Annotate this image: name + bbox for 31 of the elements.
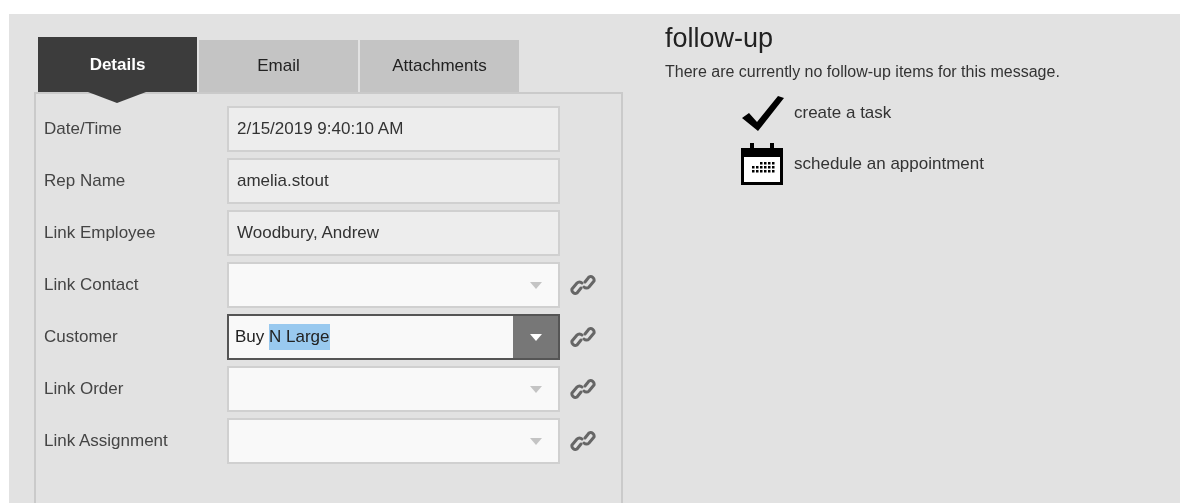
field-label: Link Assignment bbox=[44, 430, 169, 453]
tab[interactable]: Attachments bbox=[360, 40, 519, 92]
field-label: Link Contact bbox=[44, 274, 140, 297]
selected-text: N Large bbox=[269, 324, 330, 350]
caret-icon bbox=[529, 333, 542, 341]
action-link[interactable]: schedule an appointment bbox=[794, 151, 984, 177]
tab-pointer bbox=[88, 92, 146, 103]
text-field[interactable]: 2/15/2019 9:40:10 AM bbox=[227, 106, 560, 152]
field-label: Customer bbox=[44, 326, 119, 349]
combo-text: Buy bbox=[235, 326, 266, 349]
dropdown-button[interactable] bbox=[513, 316, 558, 358]
text-field[interactable]: amelia.stout bbox=[227, 158, 560, 204]
field-label: Link Employee bbox=[44, 222, 157, 245]
calendar-icon bbox=[740, 142, 784, 186]
caret-icon bbox=[529, 437, 542, 445]
field-label: Link Order bbox=[44, 378, 125, 401]
caret-icon bbox=[529, 281, 542, 289]
combo-box[interactable] bbox=[227, 418, 560, 464]
field-label: Rep Name bbox=[44, 170, 127, 193]
tab[interactable]: Details bbox=[38, 37, 197, 92]
combo-box[interactable] bbox=[227, 262, 560, 308]
combo-box[interactable]: Buy N Large bbox=[227, 314, 560, 360]
caret-icon bbox=[529, 385, 542, 393]
checkmark-icon bbox=[740, 94, 784, 132]
text-field[interactable]: Woodbury, Andrew bbox=[227, 210, 560, 256]
combo-box[interactable] bbox=[227, 366, 560, 412]
tab[interactable]: Email bbox=[199, 40, 358, 92]
field-label: Date/Time bbox=[44, 118, 123, 141]
action-link[interactable]: create a task bbox=[794, 100, 892, 126]
section-title: follow-up bbox=[665, 22, 775, 55]
empty-message: There are currently no follow-up items for this message. bbox=[665, 62, 1061, 82]
